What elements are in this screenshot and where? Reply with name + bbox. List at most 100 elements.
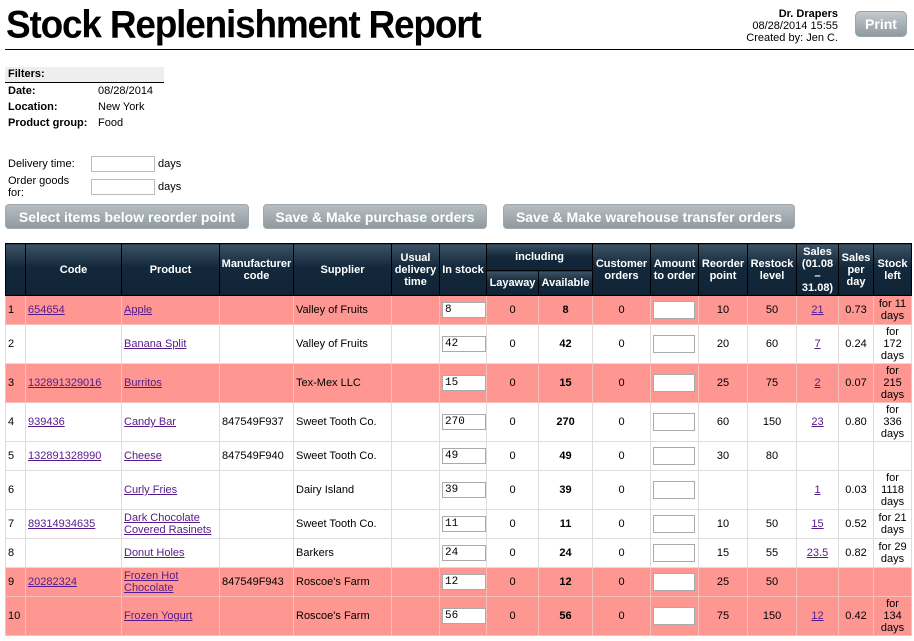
supplier-cell: Sweet Tooth Co.: [293, 509, 392, 539]
customer-orders-cell: 0: [592, 324, 652, 364]
order-goods-label: Order goods for:: [8, 175, 70, 199]
product-cell: Apple: [121, 295, 220, 325]
row-index: 5: [5, 441, 26, 471]
code-link[interactable]: 654654: [28, 304, 65, 316]
code-link[interactable]: 939436: [28, 416, 65, 428]
sales-link[interactable]: 7: [814, 338, 820, 350]
product-link[interactable]: Cheese: [124, 450, 162, 462]
customer-orders-cell: 0: [592, 295, 652, 325]
in-stock-input[interactable]: [442, 448, 486, 464]
amount-cell: [650, 363, 700, 403]
code-link[interactable]: 132891329016: [28, 377, 101, 389]
sales-link[interactable]: 23: [811, 416, 823, 428]
sales-link[interactable]: 12: [811, 610, 823, 622]
col-customer-orders[interactable]: Customer orders: [592, 243, 652, 296]
product-link[interactable]: Apple: [124, 304, 152, 316]
product-cell: Burritos: [121, 363, 220, 403]
in-stock-input[interactable]: [442, 516, 486, 532]
filter-row: Date: 08/28/2014: [5, 83, 164, 99]
in-stock-input[interactable]: [442, 545, 486, 561]
code-link[interactable]: 89314934635: [28, 518, 95, 530]
col-stock-left[interactable]: Stock left: [873, 243, 913, 296]
col-mfr-code[interactable]: Manufacturer code: [219, 243, 294, 296]
amount-cell: [650, 324, 700, 364]
code-cell: 654654: [25, 295, 122, 325]
code-link[interactable]: 20282324: [28, 576, 77, 588]
table-row: 6 Curly Fries Dairy Island 0 39 0 1 0.03…: [5, 470, 913, 510]
sales-per-day-cell: 0.80: [838, 402, 875, 442]
amount-to-order-input[interactable]: [653, 481, 696, 499]
sales-link[interactable]: 23.5: [807, 547, 828, 559]
sales-cell: 1: [796, 470, 840, 510]
amount-to-order-input[interactable]: [653, 515, 696, 533]
sales-link[interactable]: 15: [811, 518, 823, 530]
in-stock-input[interactable]: [442, 375, 486, 391]
stock-left-cell: for 215 days: [873, 363, 913, 403]
code-cell: [25, 324, 122, 364]
in-stock-input[interactable]: [442, 302, 486, 318]
amount-to-order-input[interactable]: [653, 447, 696, 465]
amount-to-order-input[interactable]: [653, 413, 696, 431]
in-stock-input[interactable]: [442, 414, 486, 430]
page-title: Stock Replenishment Report: [6, 2, 482, 46]
filter-value: 08/28/2014: [98, 85, 154, 97]
sales-link[interactable]: 1: [814, 484, 820, 496]
restock-level-cell: 55: [747, 538, 798, 568]
in-stock-input[interactable]: [442, 482, 486, 498]
col-delivery-time[interactable]: Usual delivery time: [391, 243, 440, 296]
amount-to-order-input[interactable]: [653, 335, 696, 353]
purchase-orders-button[interactable]: Save & Make purchase orders: [263, 204, 487, 229]
delivery-time-cell: [391, 596, 440, 636]
product-link[interactable]: Curly Fries: [124, 484, 177, 496]
code-link[interactable]: 132891328990: [28, 450, 101, 462]
product-link[interactable]: Banana Split: [124, 338, 186, 350]
table-row: 10 Frozen Yogurt Roscoe's Farm 0 56 0 75…: [5, 596, 913, 636]
product-link[interactable]: Candy Bar: [124, 416, 176, 428]
amount-to-order-input[interactable]: [653, 544, 696, 562]
delivery-time-input[interactable]: [91, 156, 155, 172]
col-reorder-point[interactable]: Reorder point: [698, 243, 749, 296]
reorder-point-cell: [698, 470, 749, 510]
amount-to-order-input[interactable]: [653, 573, 696, 591]
product-link[interactable]: Burritos: [124, 377, 162, 389]
col-sales[interactable]: Sales (01.08 – 31.08): [796, 243, 840, 296]
sales-cell: 2: [796, 363, 840, 403]
order-goods-input[interactable]: [91, 179, 155, 195]
col-product[interactable]: Product: [121, 243, 220, 296]
col-supplier[interactable]: Supplier: [293, 243, 392, 296]
print-button[interactable]: Print: [855, 11, 907, 37]
col-code[interactable]: Code: [25, 243, 122, 296]
warehouse-transfer-button[interactable]: Save & Make warehouse transfer orders: [503, 204, 795, 229]
restock-level-cell: 50: [747, 295, 798, 325]
product-cell: Dark Chocolate Covered Rasinets: [121, 509, 220, 539]
col-available[interactable]: Available: [537, 270, 594, 296]
product-cell: Donut Holes: [121, 538, 220, 568]
available-cell: 11: [537, 509, 594, 539]
amount-cell: [650, 441, 700, 471]
in-stock-input[interactable]: [442, 336, 486, 352]
col-sales-per-day[interactable]: Sales per day: [838, 243, 875, 296]
mfr-code-cell: [219, 538, 294, 568]
in-stock-input[interactable]: [442, 574, 486, 590]
col-in-stock[interactable]: In stock: [439, 243, 487, 296]
sales-per-day-cell: [838, 567, 875, 597]
select-below-reorder-button[interactable]: Select items below reorder point: [5, 204, 249, 229]
in-stock-input[interactable]: [442, 608, 486, 624]
product-link[interactable]: Donut Holes: [124, 547, 185, 559]
product-link[interactable]: Frozen Hot Chocolate: [124, 570, 178, 594]
in-stock-cell: [439, 596, 487, 636]
amount-to-order-input[interactable]: [653, 607, 696, 625]
stock-left-cell: for 1118 days: [873, 470, 913, 510]
col-restock-level[interactable]: Restock level: [747, 243, 798, 296]
product-link[interactable]: Frozen Yogurt: [124, 610, 193, 622]
supplier-cell: Roscoe's Farm: [293, 567, 392, 597]
sales-link[interactable]: 2: [814, 377, 820, 389]
sales-link[interactable]: 21: [811, 304, 823, 316]
col-amount-to-order[interactable]: Amount to order: [650, 243, 700, 296]
code-cell: 939436: [25, 402, 122, 442]
product-link[interactable]: Dark Chocolate Covered Rasinets: [124, 512, 211, 536]
amount-to-order-input[interactable]: [653, 374, 696, 392]
amount-to-order-input[interactable]: [653, 301, 696, 319]
col-layaway[interactable]: Layaway: [486, 270, 539, 296]
delivery-time-cell: [391, 324, 440, 364]
